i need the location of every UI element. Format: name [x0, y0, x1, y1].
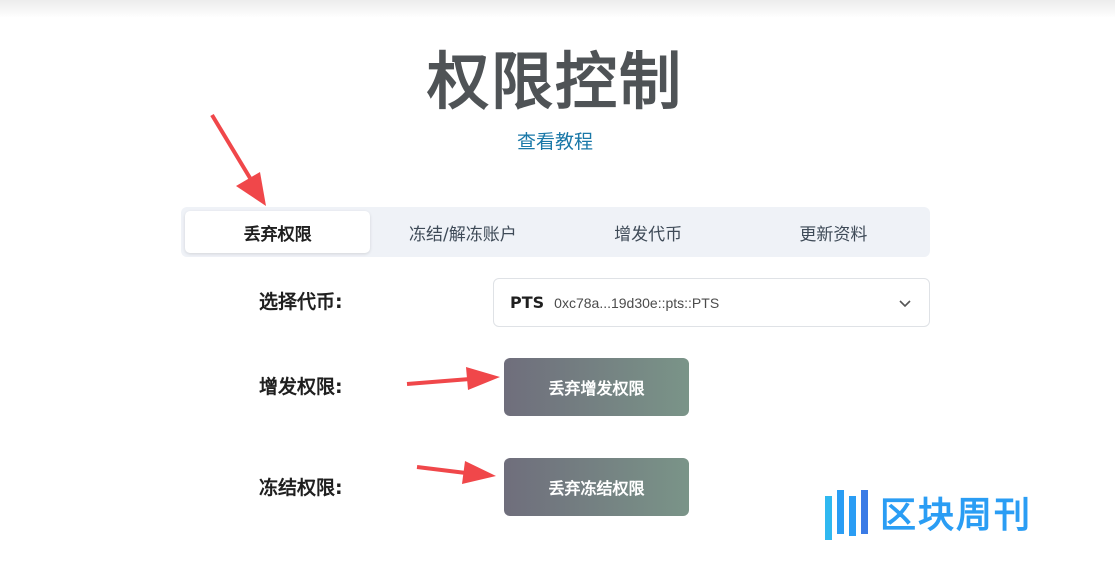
- select-token-label: 选择代币:: [259, 291, 343, 313]
- chevron-down-icon: [899, 300, 911, 308]
- token-symbol: PTS: [510, 293, 545, 312]
- page-title: 权限控制: [426, 45, 683, 118]
- tab-freeze-account[interactable]: 冻结/解冻账户: [370, 211, 555, 253]
- tab-mint-token[interactable]: 增发代币: [556, 211, 741, 253]
- token-select[interactable]: PTS 0xc78a...19d30e::pts::PTS: [493, 278, 930, 327]
- tutorial-link[interactable]: 查看教程: [0, 128, 1110, 156]
- arrow-to-freeze-button-icon: [416, 461, 496, 484]
- freeze-permission-label: 冻结权限:: [259, 477, 343, 499]
- mint-permission-label: 增发权限:: [259, 376, 343, 398]
- watermark-text: 区块周刊: [880, 495, 1033, 536]
- discard-freeze-permission-button[interactable]: 丢弃冻结权限: [504, 458, 689, 516]
- token-address: 0xc78a...19d30e::pts::PTS: [554, 294, 720, 311]
- discard-mint-permission-button[interactable]: 丢弃增发权限: [504, 358, 689, 416]
- top-shadow: [0, 0, 1115, 18]
- watermark-logo-icon: [825, 490, 868, 540]
- tab-discard-permission[interactable]: 丢弃权限: [185, 211, 371, 253]
- tab-update-info[interactable]: 更新资料: [741, 211, 926, 253]
- arrow-to-mint-button-icon: [406, 367, 500, 390]
- permission-tabs: 丢弃权限 冻结/解冻账户 增发代币 更新资料: [181, 207, 930, 257]
